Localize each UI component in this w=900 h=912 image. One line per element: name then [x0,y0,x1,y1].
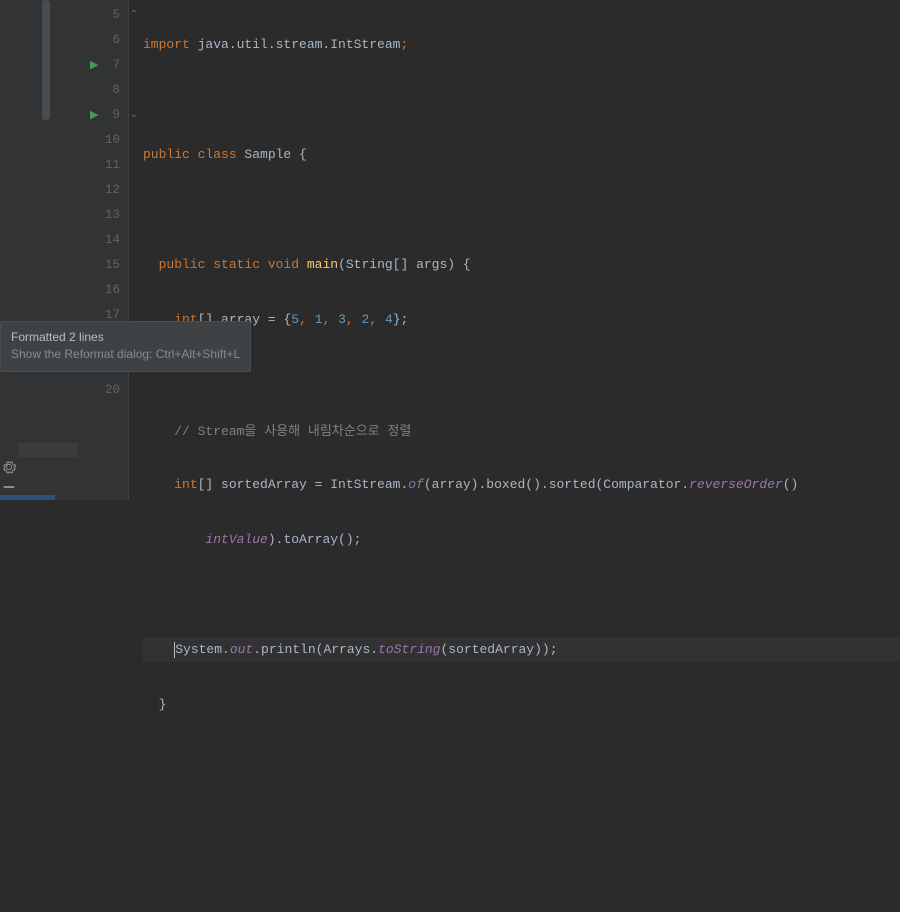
code-line-active: System.out.println(Arrays.toString(sorte… [143,637,900,662]
line-number: 8 [92,83,120,97]
code-line [143,747,900,772]
code-line: public class Sample { [143,142,900,167]
code-line: int[] array = {5, 1, 3, 2, 4}; [143,307,900,332]
line-number: 11 [92,158,120,172]
code-line [143,197,900,222]
line-number: 14 [92,233,120,247]
line-number: 13 [92,208,120,222]
tooltip-hint: Show the Reformat dialog: Ctrl+Alt+Shift… [11,346,240,363]
line-number: 15 [92,258,120,272]
tooltip-title: Formatted 2 lines [11,329,240,346]
run-gutter-icon[interactable]: ▶ [90,58,98,72]
code-area[interactable]: import java.util.stream.IntStream; publi… [128,0,900,500]
code-line [143,87,900,112]
line-number: 6 [92,33,120,47]
bookmark-strip [18,443,78,457]
code-line: } [143,692,900,717]
code-line: intValue).toArray(); [143,527,900,552]
code-line: // Stream을 사용해 내림차순으로 정렬 [143,417,900,442]
code-line [143,802,900,827]
tool-strip [0,0,18,500]
collapse-icon[interactable] [2,480,16,494]
line-number: 20 [92,383,120,397]
code-line [143,362,900,387]
line-number: 12 [92,183,120,197]
line-number: 5 [92,8,120,22]
gear-icon[interactable] [2,460,16,474]
run-gutter-icon[interactable]: ▶ [90,108,98,122]
code-line: public static void main(String[] args) { [143,252,900,277]
reformat-tooltip: Formatted 2 lines Show the Reformat dial… [0,321,251,372]
editor-area: 5⌃ 6 ▶7 8 ▶9⌄ 10 11 12 13 14 15 16 17 20… [0,0,900,500]
code-line [143,582,900,607]
line-number: 17 [92,308,120,322]
line-number: 16 [92,283,120,297]
status-indicator [0,495,55,500]
gutter[interactable]: 5⌃ 6 ▶7 8 ▶9⌄ 10 11 12 13 14 15 16 17 20 [18,0,128,500]
code-line [143,857,900,882]
line-number: 10 [92,133,120,147]
code-line: int[] sortedArray = IntStream.of(array).… [143,472,900,497]
code-line: import java.util.stream.IntStream; [143,32,900,57]
